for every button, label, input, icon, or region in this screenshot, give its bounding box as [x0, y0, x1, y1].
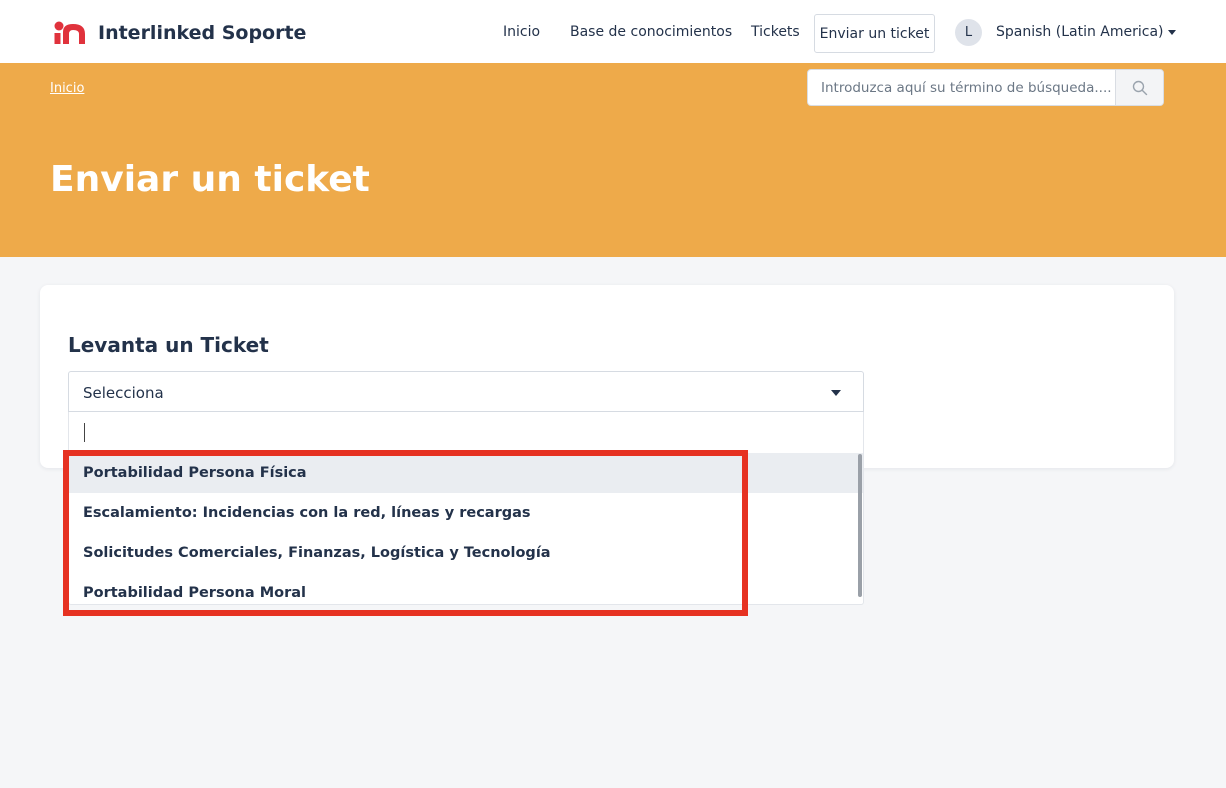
option-portabilidad-moral[interactable]: Portabilidad Persona Moral: [69, 573, 863, 604]
option-solicitudes-comerciales[interactable]: Solicitudes Comerciales, Finanzas, Logís…: [69, 533, 863, 573]
search-icon: [1132, 80, 1147, 95]
nav-link-inicio[interactable]: Inicio: [503, 24, 540, 40]
option-escalamiento[interactable]: Escalamiento: Incidencias con la red, lí…: [69, 493, 863, 533]
ticket-type-select[interactable]: Selecciona: [68, 371, 864, 412]
nav-link-knowledge-base[interactable]: Base de conocimientos: [570, 24, 732, 40]
select-value: Selecciona: [83, 384, 164, 402]
form-title: Levanta un Ticket: [68, 333, 269, 357]
dropdown-options: Portabilidad Persona Física Escalamiento…: [69, 453, 863, 604]
search-button[interactable]: [1115, 70, 1163, 105]
brand-name: Interlinked Soporte: [98, 21, 307, 44]
nav-link-tickets[interactable]: Tickets: [751, 24, 800, 40]
breadcrumb-inicio[interactable]: Inicio: [50, 81, 84, 96]
dropdown-search-input[interactable]: [69, 412, 863, 453]
chevron-down-icon: [1167, 29, 1176, 35]
brand[interactable]: Interlinked Soporte: [54, 20, 306, 45]
language-selector[interactable]: Spanish (Latin America): [996, 24, 1176, 40]
select-dropdown: Portabilidad Persona Física Escalamiento…: [68, 412, 864, 605]
hero-banner: Inicio Enviar un ticket: [0, 63, 1226, 257]
search-input[interactable]: [808, 70, 1115, 105]
search-bar: [807, 69, 1164, 106]
avatar[interactable]: L: [955, 19, 982, 46]
option-portabilidad-fisica[interactable]: Portabilidad Persona Física: [69, 453, 863, 493]
language-label: Spanish (Latin America): [996, 24, 1164, 40]
dropdown-scrollbar[interactable]: [858, 454, 862, 597]
send-ticket-button[interactable]: Enviar un ticket: [814, 14, 935, 53]
brand-logo-icon: [54, 21, 85, 44]
top-navbar: Interlinked Soporte Inicio Base de conoc…: [0, 0, 1226, 63]
text-cursor: [84, 423, 85, 442]
caret-down-icon: [831, 390, 841, 396]
page-title: Enviar un ticket: [50, 159, 370, 200]
